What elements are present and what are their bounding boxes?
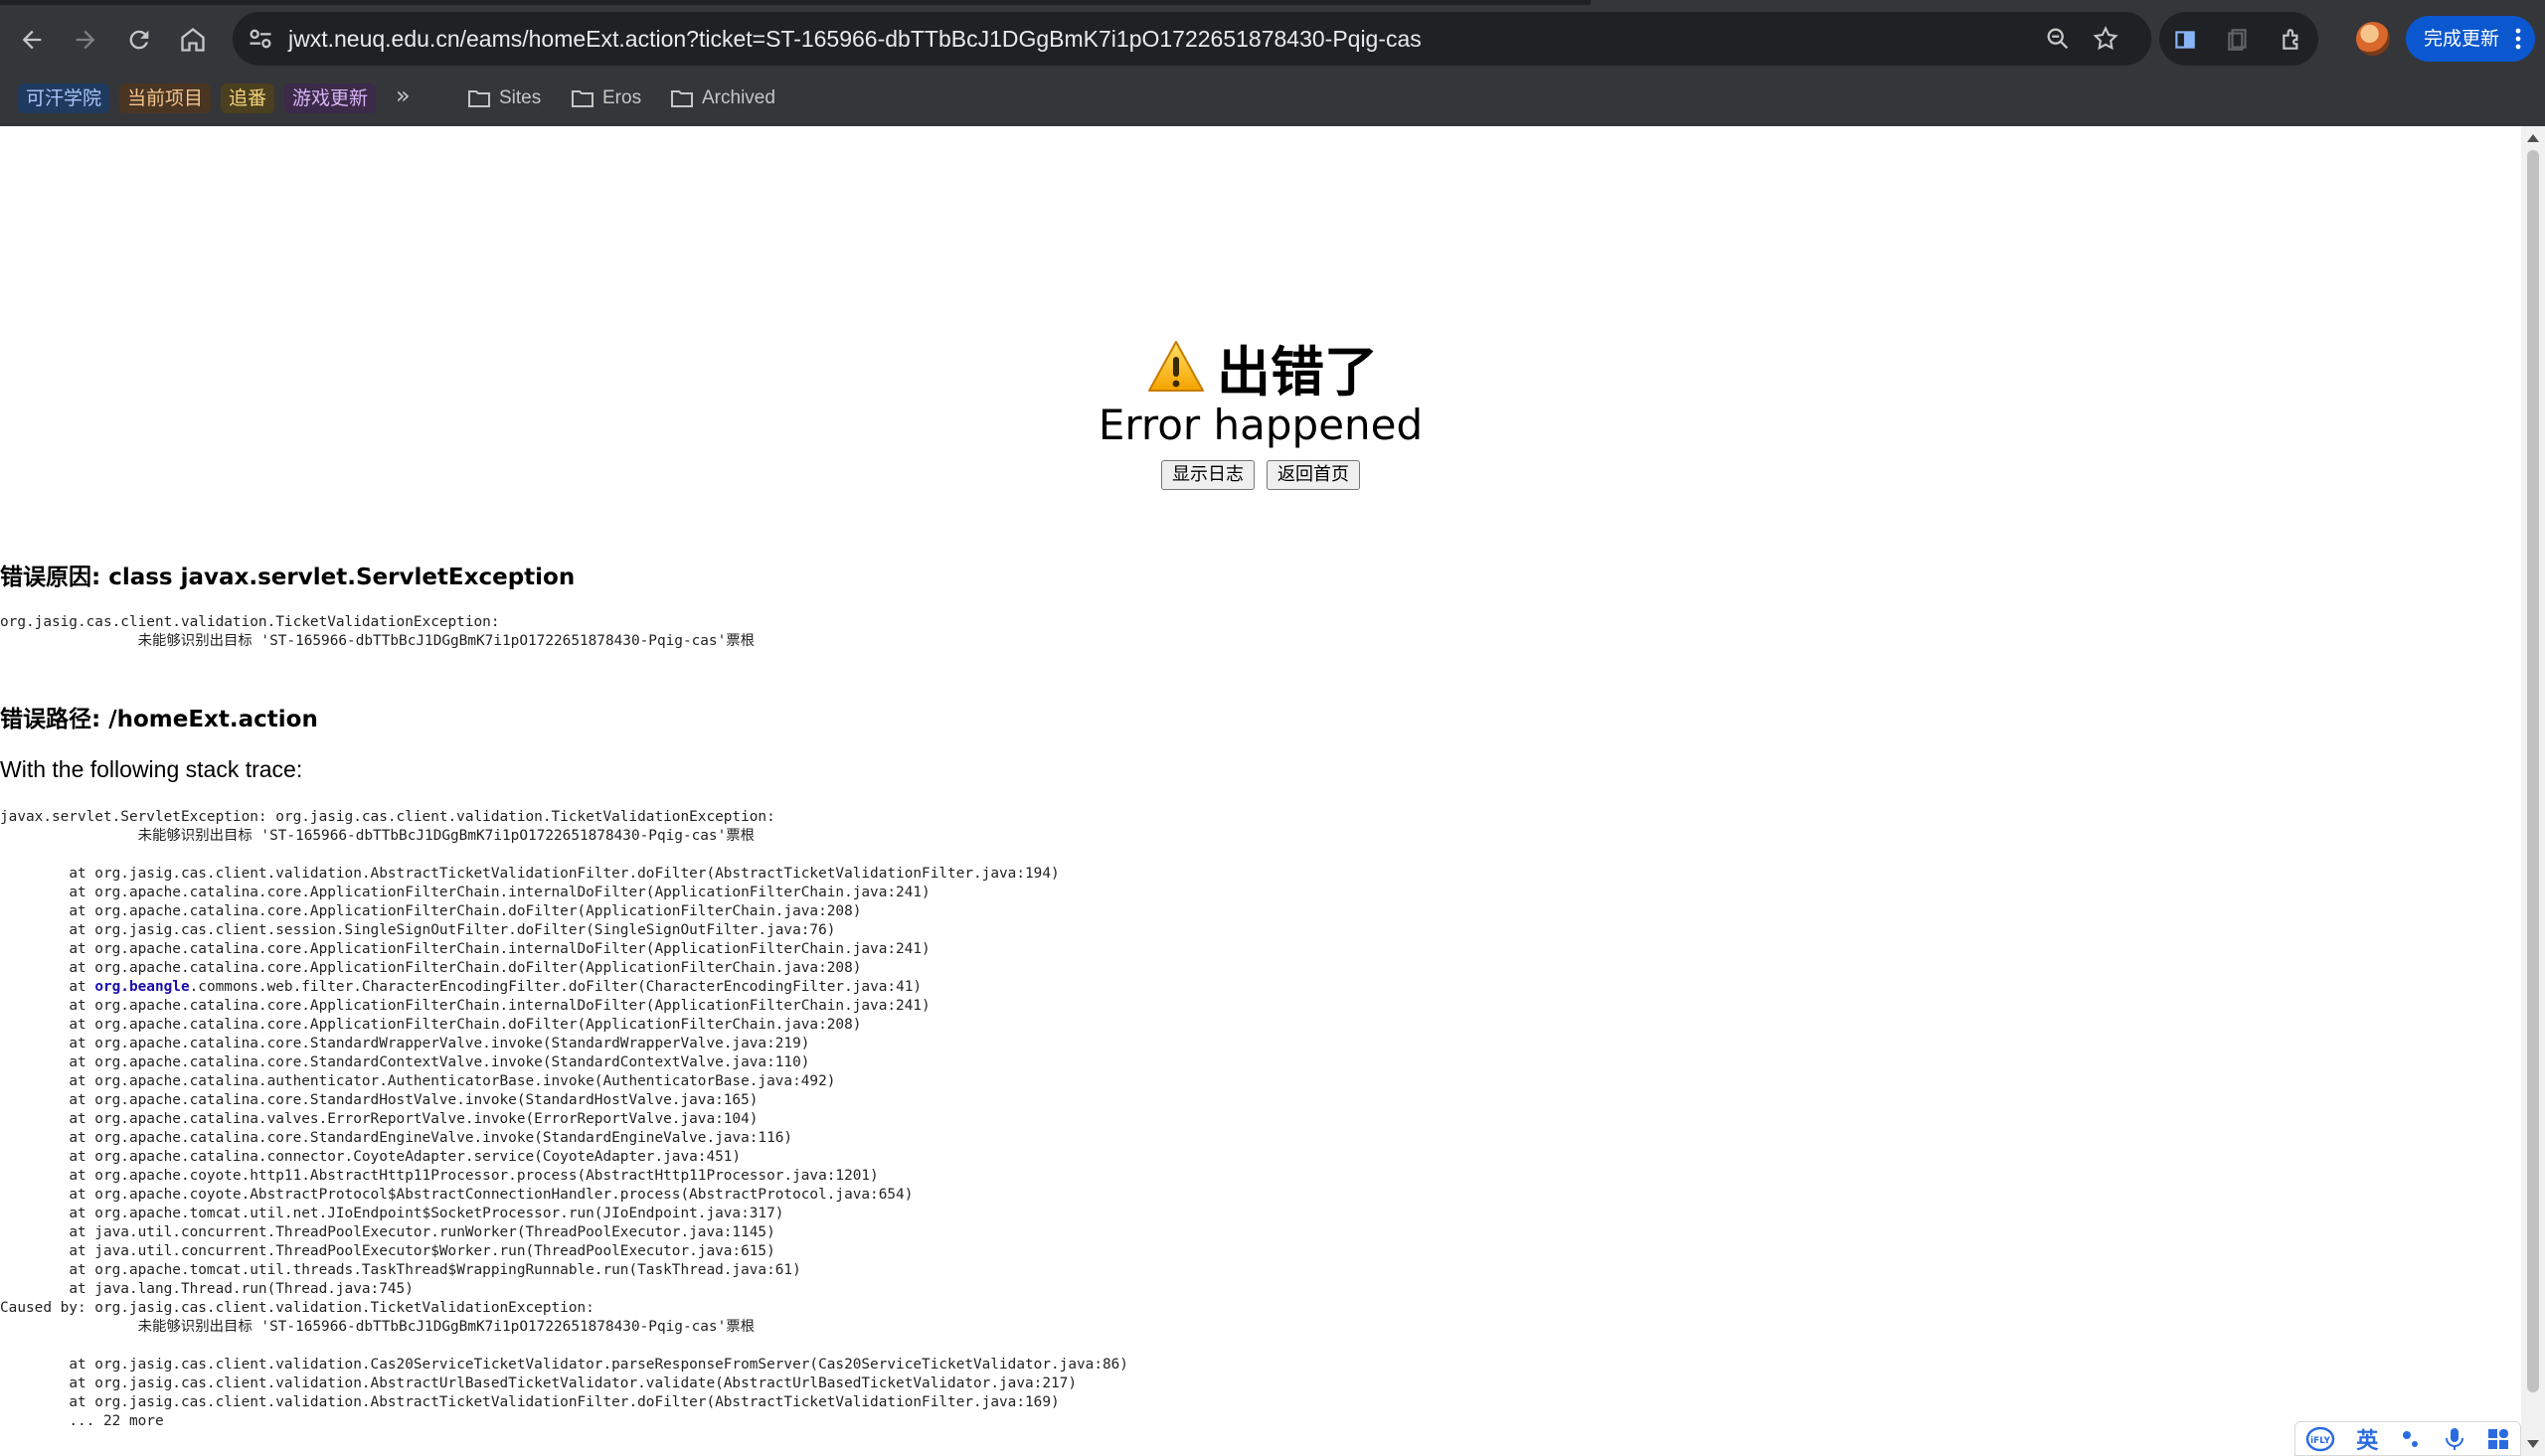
extensions-group (2159, 12, 2318, 66)
forward-button[interactable] (64, 18, 107, 62)
beangle-link[interactable]: org.beangle (94, 979, 189, 995)
stack-trace-beangle-prefix: at (0, 979, 95, 995)
error-cause-text: org.jasig.cas.client.validation.TicketVa… (0, 614, 756, 649)
bookmark-anime[interactable]: 追番 (221, 83, 275, 113)
site-settings-icon[interactable] (247, 25, 274, 53)
error-cause-heading: 错误原因: class javax.servlet.ServletExcepti… (0, 565, 576, 590)
stack-trace-lines-b: at org.apache.catalina.core.ApplicationF… (0, 998, 1128, 1429)
scrollbar-thumb[interactable] (2527, 150, 2539, 1392)
back-button[interactable] (10, 18, 54, 62)
ifly-logo-icon[interactable]: iFLY (2305, 1426, 2335, 1452)
action-buttons: 显示日志 返回首页 (1161, 460, 1360, 490)
bookmark-folder-label: Archived (702, 87, 775, 108)
error-header: 出错了 (1147, 332, 1378, 404)
home-icon (181, 28, 205, 52)
microphone-icon[interactable] (2444, 1426, 2465, 1452)
go-home-button[interactable]: 返回首页 (1267, 460, 1360, 490)
stack-trace: javax.servlet.ServletException: org.jasi… (0, 808, 1128, 1431)
stack-trace-lines-a: at org.jasig.cas.client.validation.Abstr… (69, 866, 1060, 976)
apps-grid-icon[interactable] (2486, 1427, 2510, 1451)
error-title-en: Error happened (1098, 401, 1424, 449)
folder-icon (572, 90, 594, 107)
bookmark-folder-sites[interactable]: Sites (467, 83, 541, 113)
bookmarks-overflow-icon[interactable]: » (396, 81, 411, 109)
browser-toolbar: jwxt.neuq.edu.cn/eams/homeExt.action?tic… (0, 6, 2545, 74)
update-button[interactable]: 完成更新 (2406, 16, 2535, 62)
ime-toolbar: iFLY 英 (2294, 1421, 2521, 1456)
vertical-scrollbar[interactable] (2521, 126, 2545, 1456)
page-content: 出错了 Error happened 显示日志 返回首页 错误原因: class… (0, 126, 2521, 1456)
address-bar[interactable]: jwxt.neuq.edu.cn/eams/homeExt.action?tic… (233, 12, 2151, 66)
extension-button[interactable] (2221, 22, 2257, 58)
extensions-menu-button[interactable] (2275, 22, 2310, 58)
bookmark-khan-academy[interactable]: 可汗学院 (18, 83, 110, 113)
scroll-up-icon[interactable] (2527, 134, 2539, 142)
tab-strip-edge (0, 0, 1591, 5)
punctuation-icon[interactable] (2399, 1427, 2423, 1451)
ime-language-toggle[interactable]: 英 (2356, 1423, 2378, 1455)
stack-trace-beangle-suffix: .commons.web.filter.CharacterEncodingFil… (189, 979, 923, 995)
bookmark-folder-eros[interactable]: Eros (571, 83, 641, 113)
bookmark-game-updates[interactable]: 游戏更新 (284, 83, 377, 113)
svg-text:iFLY: iFLY (2310, 1436, 2331, 1446)
error-title-cn: 出错了 (1217, 340, 1378, 404)
error-path-heading: 错误路径: /homeExt.action (0, 707, 318, 732)
zoom-icon[interactable] (2044, 25, 2072, 53)
star-icon[interactable] (2092, 25, 2120, 53)
show-log-button[interactable]: 显示日志 (1161, 460, 1255, 490)
arrow-left-icon (22, 30, 42, 50)
warning-icon (1148, 341, 1204, 392)
profile-avatar[interactable] (2356, 22, 2390, 56)
more-vert-icon (2515, 28, 2521, 50)
copy-page-icon (2228, 29, 2247, 51)
reload-icon (129, 30, 149, 50)
scroll-down-icon[interactable] (2527, 1440, 2539, 1448)
browser-chrome: jwxt.neuq.edu.cn/eams/homeExt.action?tic… (0, 0, 2545, 126)
stack-trace-head: javax.servlet.ServletException: org.jasi… (0, 809, 775, 844)
stack-trace-intro: With the following stack trace: (0, 756, 303, 782)
folder-icon (671, 90, 693, 107)
puzzle-icon (2283, 29, 2298, 50)
reading-mode-button[interactable] (2167, 22, 2203, 58)
bookmark-folder-archived[interactable]: Archived (670, 83, 775, 113)
reload-button[interactable] (117, 18, 161, 62)
bookmarks-bar: 可汗学院 当前项目 追番 游戏更新 » Sites Eros Archived (0, 78, 2545, 123)
bookmark-current-project[interactable]: 当前项目 (119, 83, 212, 113)
home-button[interactable] (171, 18, 215, 62)
bookmark-folder-label: Sites (499, 87, 542, 108)
bookmark-folder-label: Eros (602, 87, 642, 108)
side-panel-icon (2175, 31, 2195, 49)
arrow-right-icon (76, 30, 95, 50)
url-text[interactable]: jwxt.neuq.edu.cn/eams/homeExt.action?tic… (288, 22, 1422, 56)
folder-icon (468, 90, 490, 107)
update-button-label: 完成更新 (2424, 28, 2500, 50)
